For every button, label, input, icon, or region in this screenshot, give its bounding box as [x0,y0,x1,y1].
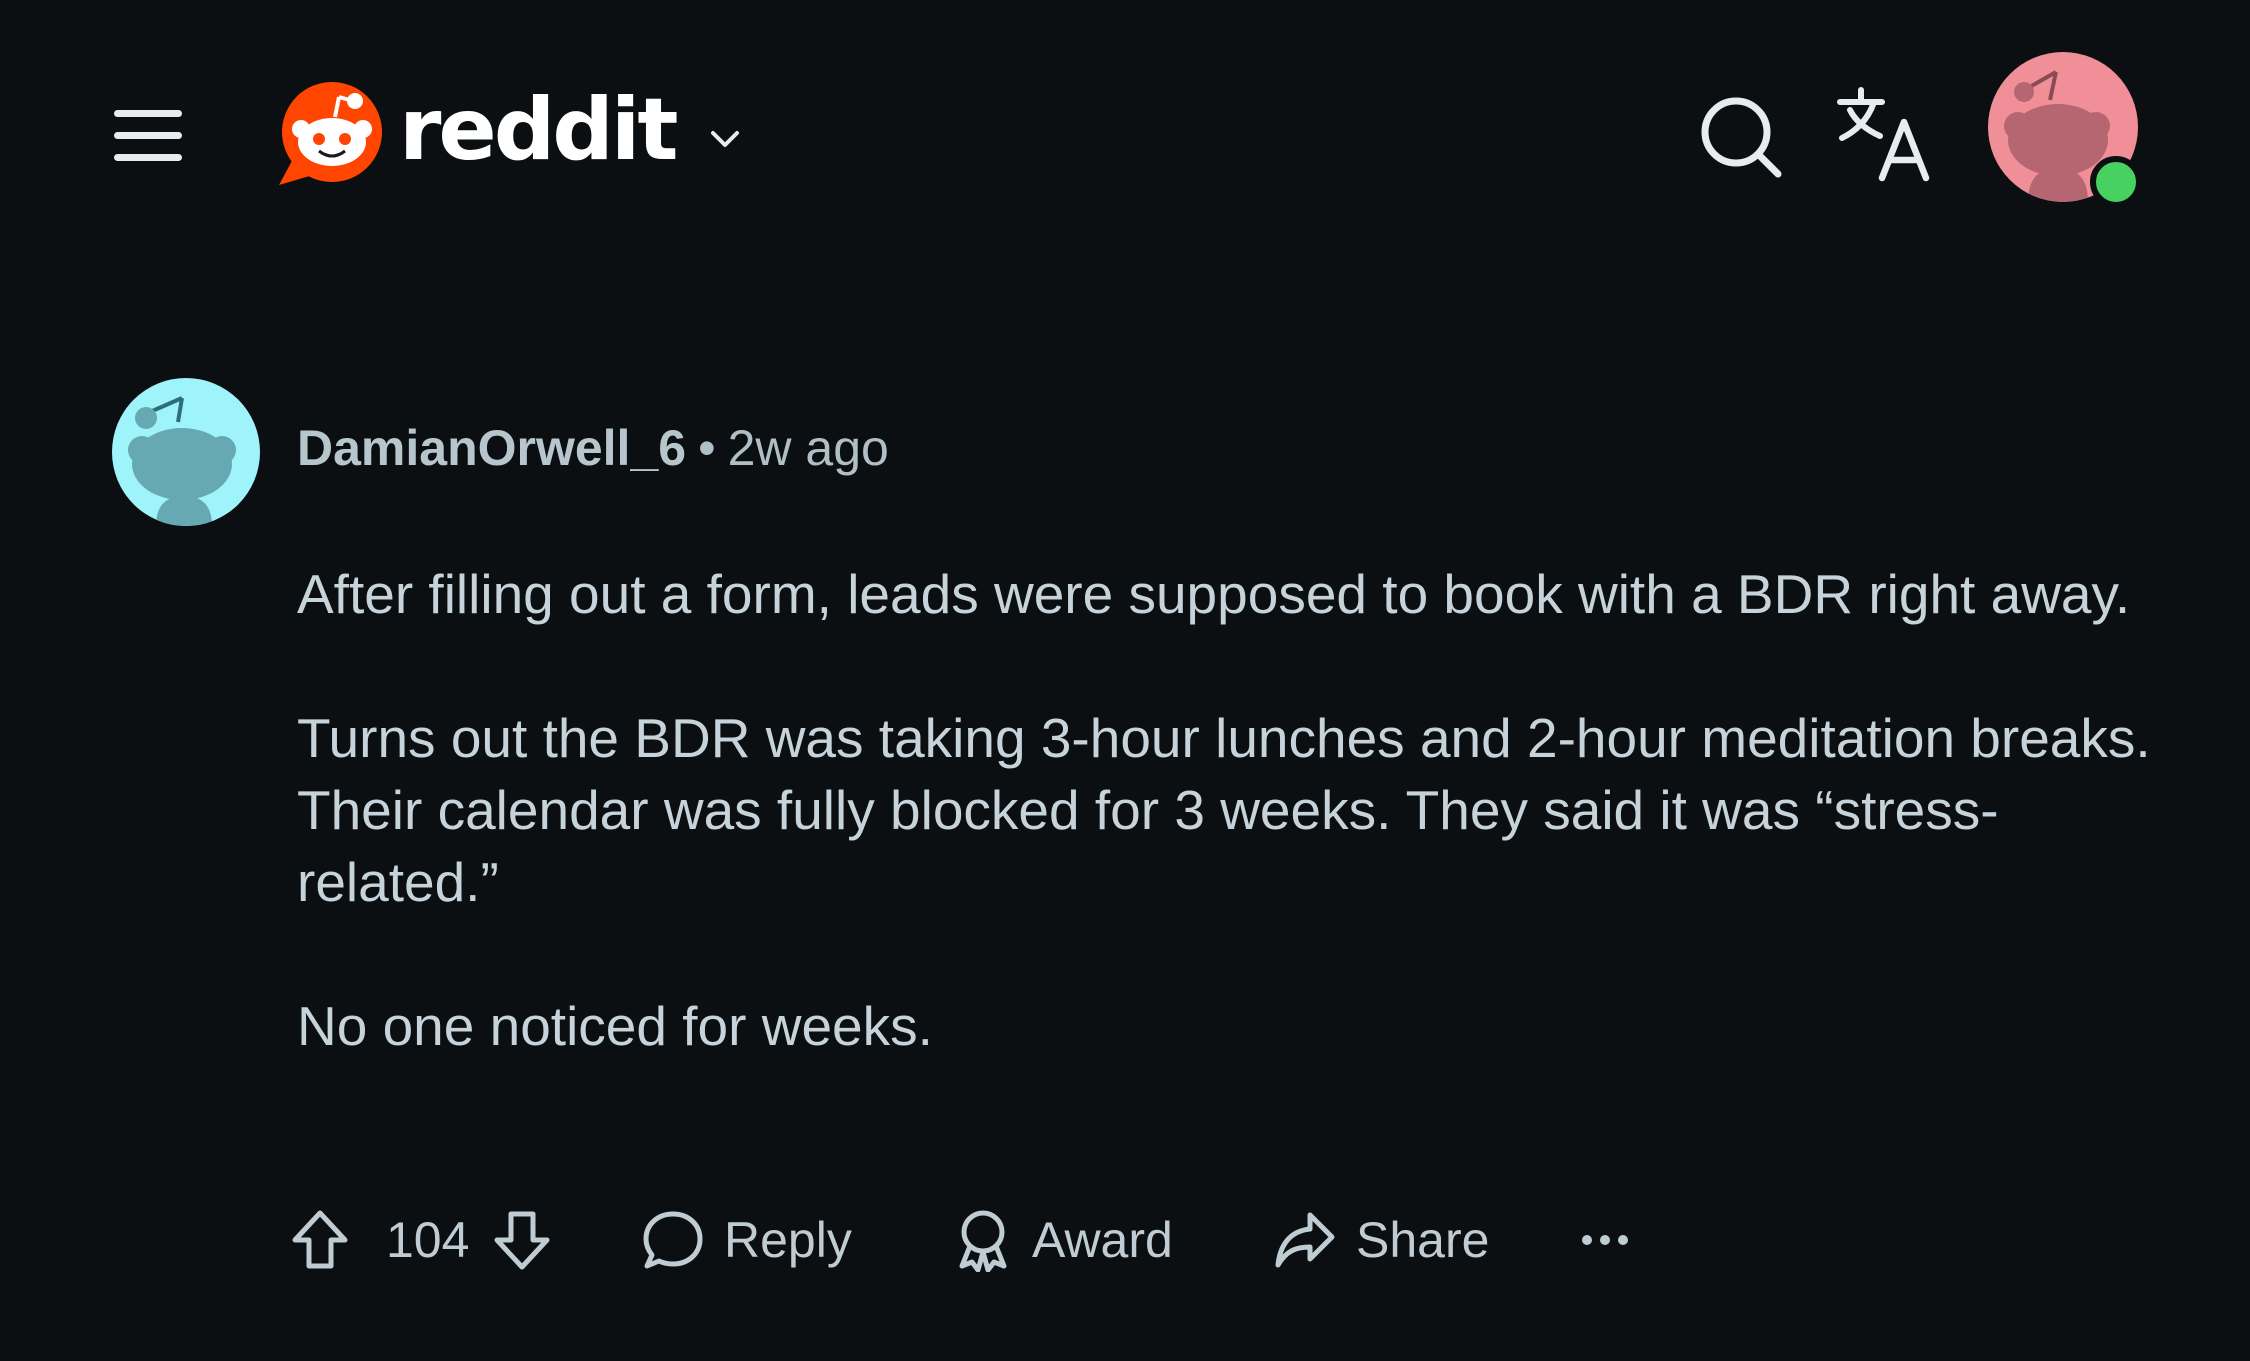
upvote-icon [292,1210,348,1269]
comment-body: After filling out a form, leads were sup… [297,558,2157,1062]
comment-paragraph: No one noticed for weeks. [297,995,933,1057]
search-button[interactable] [1696,92,1786,182]
upvote-button[interactable] [290,1200,350,1280]
comment-bubble-icon [643,1211,703,1269]
comment-paragraph: Turns out the BDR was taking 3-hour lunc… [297,707,2151,913]
share-icon [1275,1212,1335,1268]
comment-meta: DamianOrwell_6 • 2w ago [297,418,889,478]
share-label: Share [1356,1212,1490,1268]
comment-timestamp: 2w ago [727,420,889,476]
reddit-wordmark: reddit [399,80,678,180]
award-button[interactable]: Award [954,1200,1173,1280]
search-icon [1701,97,1782,178]
user-avatar-button[interactable] [1988,52,2142,208]
more-options-button[interactable] [1580,1200,1630,1280]
downvote-icon [494,1211,550,1270]
chevron-down-icon[interactable] [705,118,745,158]
award-label: Award [1032,1212,1173,1268]
top-navbar: reddit [0,0,2250,240]
downvote-button[interactable] [492,1200,552,1280]
online-status-dot [2090,156,2142,208]
more-options-icon [1582,1235,1628,1245]
comment-username[interactable]: DamianOrwell_6 [297,420,686,476]
comment-paragraph: After filling out a form, leads were sup… [297,563,2131,625]
share-button[interactable]: Share [1274,1200,1489,1280]
reply-button[interactable]: Reply [642,1200,852,1280]
reddit-home-logo[interactable]: reddit [275,76,745,192]
translate-icon [1837,87,1930,182]
commenter-avatar[interactable] [112,378,260,526]
menu-button[interactable] [106,100,186,172]
comment-action-bar: 104 Reply Award Share [290,1200,1690,1280]
vote-count: 104 [386,1212,470,1268]
meta-separator: • [698,420,716,476]
reply-label: Reply [724,1212,852,1268]
award-icon [959,1210,1007,1272]
translate-button[interactable] [1836,86,1936,186]
reddit-logo-icon [275,79,385,189]
